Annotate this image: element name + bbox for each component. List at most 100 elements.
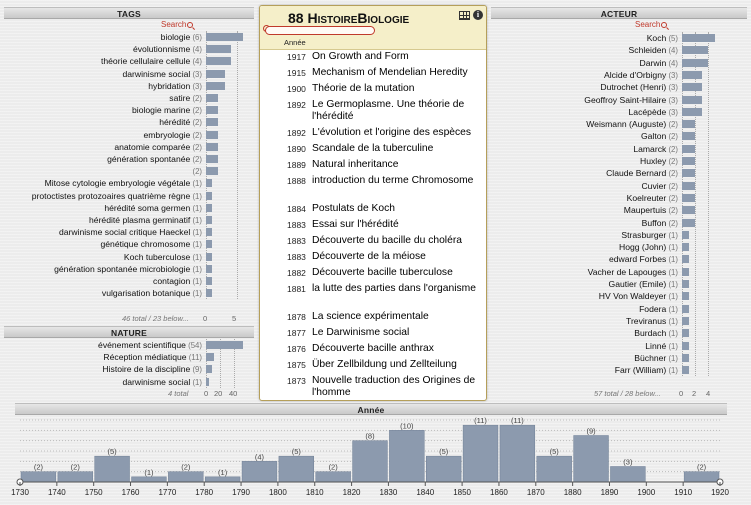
result-title[interactable]: On Growth and Form	[312, 51, 486, 63]
acteur-facet-row[interactable]: Lacépède (3)	[491, 106, 678, 118]
tags-facet-bar[interactable]	[206, 81, 225, 90]
result-title[interactable]: Découverte du bacille du choléra	[312, 235, 486, 247]
result-title[interactable]: Le Germoplasme. Une théorie de l'hérédit…	[312, 99, 486, 123]
acteur-facet-row[interactable]: Darwin (4)	[491, 57, 678, 69]
timeline-bar[interactable]	[315, 471, 351, 483]
acteur-facet-bar[interactable]	[682, 58, 709, 67]
timeline-bar[interactable]	[462, 424, 499, 483]
tags-facet-bar[interactable]	[206, 277, 213, 285]
tags-facet-row[interactable]: théorie cellulaire cellule (4)	[4, 55, 202, 67]
acteur-facet-row[interactable]: Buffon (2)	[491, 217, 678, 229]
nature-facet-row[interactable]: Histoire de la discipline (9)	[4, 363, 202, 375]
acteur-facet-row[interactable]: Koch (5)	[491, 32, 678, 44]
tags-facet-row[interactable]: évolutionnisme (4)	[4, 43, 202, 55]
result-title[interactable]: Postulats de Koch	[312, 203, 486, 215]
tags-facet-bar[interactable]	[206, 69, 225, 78]
result-title[interactable]: Découverte bacille tuberculose	[312, 267, 486, 279]
tags-facet-row[interactable]: génération spontanée (2)	[4, 153, 202, 165]
nature-facet-row[interactable]: Réception médiatique (11)	[4, 351, 202, 363]
tags-facet-row[interactable]: biologie marine (2)	[4, 104, 202, 116]
timeline-bar[interactable]	[241, 461, 278, 483]
acteur-facet-row[interactable]: Hogg (John) (1)	[491, 241, 678, 253]
acteur-facet-bar[interactable]	[682, 292, 689, 301]
result-item[interactable]: 1884 Postulats de Koch	[260, 202, 486, 218]
tags-facet-bar[interactable]	[206, 106, 219, 115]
acteur-facet-bar[interactable]	[682, 255, 689, 264]
info-icon[interactable]: i	[473, 10, 483, 20]
acteur-facet-bar[interactable]	[682, 329, 689, 338]
result-item[interactable]: 1892 L'évolution et l'origine des espèces	[260, 126, 486, 142]
tags-facet-row[interactable]: génétique chromosome (1)	[4, 238, 202, 250]
tags-facet-bar[interactable]	[206, 118, 219, 127]
tags-facet-bar[interactable]	[206, 57, 231, 66]
timeline-bar[interactable]	[278, 455, 314, 483]
acteur-facet-bar[interactable]	[682, 267, 689, 276]
acteur-facet-bar[interactable]	[682, 132, 696, 141]
result-title[interactable]: Nouvelle traduction des Origines de l'ho…	[312, 375, 486, 399]
timeline-bar[interactable]	[683, 471, 720, 483]
tags-facet-row[interactable]: vulgarisation botanique (1)	[4, 287, 202, 299]
tags-facet-row[interactable]: Koch tuberculose (1)	[4, 251, 202, 263]
result-title[interactable]: Scandale de la tuberculine	[312, 143, 486, 155]
result-item[interactable]: 1883 Découverte de la méiose	[260, 250, 486, 266]
result-title[interactable]: Découverte bacille anthrax	[312, 343, 486, 355]
timeline-bar[interactable]	[352, 440, 388, 483]
result-title[interactable]: L'évolution et l'origine des espèces	[312, 127, 486, 139]
timeline-bar[interactable]	[389, 430, 425, 483]
result-title[interactable]: la lutte des parties dans l'organisme	[312, 283, 486, 295]
acteur-facet-row[interactable]: Gautier (Emile) (1)	[491, 278, 678, 290]
acteur-facet-row[interactable]: Weismann (Auguste) (2)	[491, 118, 678, 130]
acteur-facet-bar[interactable]	[682, 157, 696, 165]
acteur-facet-bar[interactable]	[682, 316, 689, 325]
timeline-bar[interactable]	[499, 424, 536, 483]
column-header-annee[interactable]: Année	[284, 38, 306, 47]
acteur-facet-row[interactable]: Maupertuis (2)	[491, 204, 678, 216]
nature-facet-bar[interactable]	[206, 353, 214, 362]
acteur-search-link[interactable]: Search	[635, 20, 668, 29]
timeline-bar[interactable]	[204, 476, 241, 483]
acteur-facet-bar[interactable]	[682, 230, 689, 239]
acteur-facet-row[interactable]: Koelreuter (2)	[491, 192, 678, 204]
nature-facet-bar[interactable]	[206, 377, 209, 386]
acteur-facet-row[interactable]: Vacher de Lapouges (1)	[491, 266, 678, 278]
result-item[interactable]: 1883 Essai sur l'hérédité	[260, 218, 486, 234]
tags-facet-row[interactable]: darwinisme social (3)	[4, 68, 202, 80]
acteur-facet-bar[interactable]	[682, 218, 696, 227]
nature-facet-row[interactable]: darwinisme social (1)	[4, 376, 202, 388]
tags-facet-bar[interactable]	[206, 45, 231, 54]
tags-facet-row[interactable]: (2)	[4, 165, 202, 177]
tags-facet-bar[interactable]	[206, 240, 213, 249]
tags-facet-bar[interactable]	[206, 252, 213, 261]
result-item[interactable]: 1876 Découverte bacille anthrax	[260, 342, 486, 358]
tags-facet-row[interactable]: protoctistes protozoaires quatrième règn…	[4, 190, 202, 202]
result-title[interactable]: Mechanism of Mendelian Heredity	[312, 67, 486, 79]
acteur-facet-row[interactable]: Büchner (1)	[491, 352, 678, 364]
result-item[interactable]: 1889 Natural inheritance	[260, 158, 486, 174]
acteur-facet-bar[interactable]	[682, 46, 709, 55]
tags-facet-row[interactable]: hérédité soma germen (1)	[4, 202, 202, 214]
result-item[interactable]: 1892 Le Germoplasme. Une théorie de l'hér…	[260, 98, 486, 126]
acteur-facet-row[interactable]: Fodera (1)	[491, 303, 678, 315]
tags-facet-row[interactable]: hérédité plasma germinatif (1)	[4, 214, 202, 226]
result-item[interactable]: 1875 Über Zellbildung und Zellteilung	[260, 358, 486, 374]
acteur-facet-row[interactable]: Strasburger (1)	[491, 229, 678, 241]
timeline-bar[interactable]	[426, 455, 462, 483]
timeline-histogram[interactable]: (2) (2) (5) (1) (2) (1) (4) (5) (2) (8) (10) (5) (11…	[0, 415, 751, 505]
tags-facet-bar[interactable]	[206, 216, 213, 224]
tags-facet-bar[interactable]	[206, 94, 219, 102]
acteur-facet-bar[interactable]	[682, 107, 702, 116]
tags-facet-bar[interactable]	[206, 191, 213, 200]
acteur-facet-bar[interactable]	[682, 83, 702, 92]
acteur-facet-row[interactable]: HV Von Waldeyer (1)	[491, 290, 678, 302]
acteur-facet-bar[interactable]	[682, 366, 689, 375]
tags-facet-bar[interactable]	[206, 289, 213, 298]
nature-facet-bar[interactable]	[206, 365, 213, 374]
acteur-facet-row[interactable]: Farr (William) (1)	[491, 364, 678, 376]
acteur-facet-row[interactable]: Cuvier (2)	[491, 180, 678, 192]
tags-facet-bar[interactable]	[206, 264, 213, 273]
result-item[interactable]: 1900 Théorie de la mutation	[260, 82, 486, 98]
acteur-facet-bar[interactable]	[682, 95, 702, 104]
tags-facet-bar[interactable]	[206, 33, 244, 41]
acteur-facet-row[interactable]: Treviranus (1)	[491, 315, 678, 327]
tags-facet-row[interactable]: satire (2)	[4, 92, 202, 104]
